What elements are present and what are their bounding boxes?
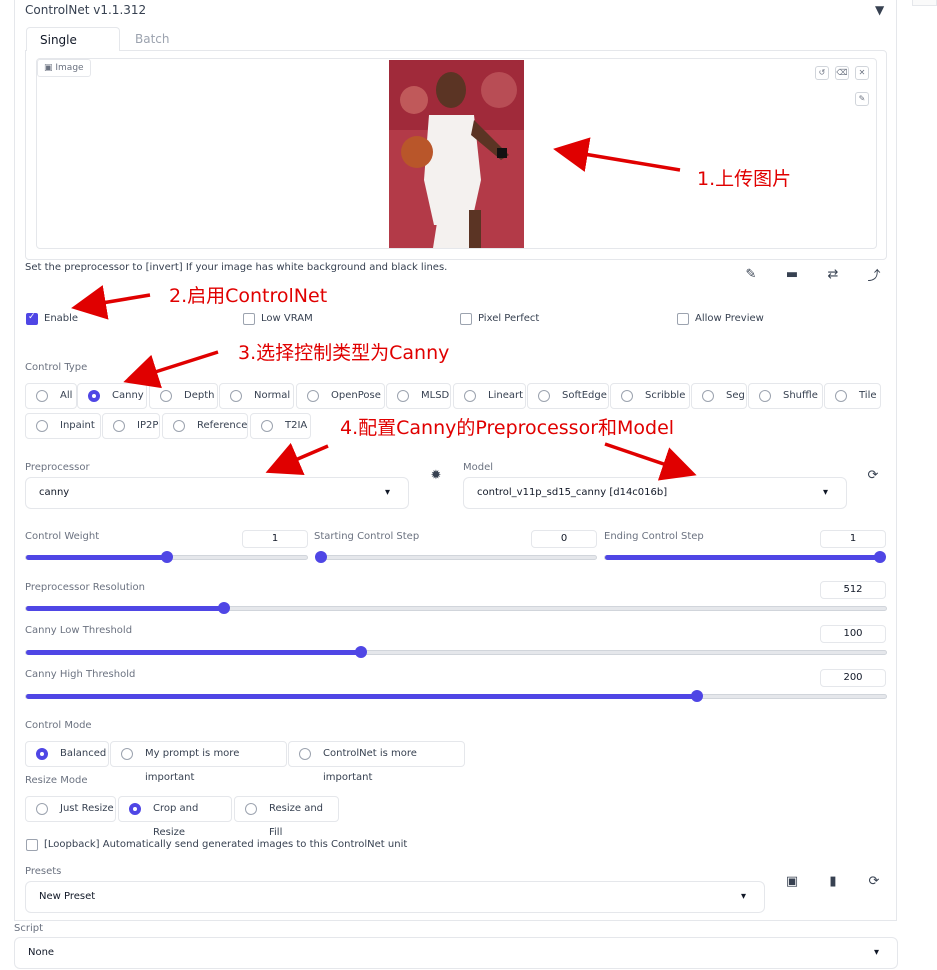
annotation-upload: 1.上传图片 (697, 168, 792, 190)
annotation-arrows (71, 137, 697, 481)
arrow-control-type (123, 350, 219, 389)
arrow-model (604, 442, 697, 481)
arrow-enable (71, 285, 151, 320)
annotation-enable: 2.启用ControlNet (169, 285, 328, 307)
annotation-control-type: 3.选择控制类型为Canny (238, 342, 450, 364)
annotation-configure: 4.配置Canny的Preprocessor和Model (340, 417, 675, 439)
arrow-preprocessor (265, 442, 329, 476)
arrow-upload (553, 137, 681, 172)
